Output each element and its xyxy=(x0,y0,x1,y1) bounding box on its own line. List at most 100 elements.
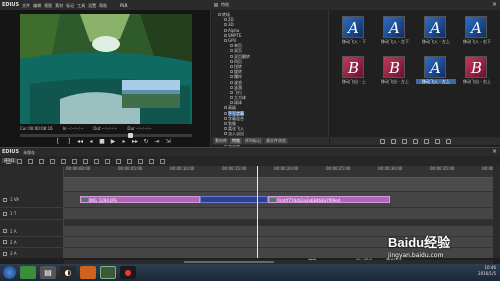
effect-item[interactable]: A 移动飞入 - 左下 xyxy=(375,16,415,44)
lane-1t[interactable] xyxy=(64,208,493,220)
render-icon[interactable] xyxy=(138,158,143,164)
expand-icon[interactable] xyxy=(230,64,233,68)
snap-icon[interactable] xyxy=(127,158,132,164)
track-lock-icon[interactable] xyxy=(3,251,7,256)
tab-bin[interactable]: 素材库 xyxy=(213,138,229,144)
clip-unt[interactable]: [Unt]f77dcb3a3a684b8a7f09ed xyxy=(268,196,390,203)
track-lock-icon[interactable] xyxy=(3,229,7,233)
effect-item[interactable]: A 移动飞入 - 下 xyxy=(334,16,374,44)
tab-effects[interactable]: 特效 xyxy=(230,138,242,144)
app-folder-icon[interactable]: ▤ xyxy=(40,266,56,279)
expand-icon[interactable] xyxy=(224,111,227,115)
menu-view[interactable]: 视图 xyxy=(44,3,52,8)
track-header[interactable]: 1 A xyxy=(0,226,64,237)
app-qq-icon[interactable]: ◐ xyxy=(60,266,76,279)
expand-icon[interactable] xyxy=(224,28,227,32)
expand-icon[interactable] xyxy=(224,33,227,37)
track-header[interactable]: 1 T xyxy=(0,208,64,220)
app-firefox-icon[interactable] xyxy=(80,266,96,279)
effect-item[interactable]: A 移动飞入 - 左上 xyxy=(416,56,456,84)
expand-icon[interactable] xyxy=(230,59,233,63)
set-in-icon[interactable]: [ xyxy=(55,139,61,145)
tab-source-browser[interactable]: 源文件浏览 xyxy=(264,138,288,144)
menu-marker[interactable]: 标记 xyxy=(66,3,74,8)
playhead[interactable] xyxy=(257,166,258,260)
expand-icon[interactable] xyxy=(218,13,221,17)
expand-icon[interactable] xyxy=(230,75,233,79)
sequence-tab[interactable]: 序列1 xyxy=(2,158,17,163)
list-view-icon[interactable] xyxy=(435,138,440,144)
track-lock-icon[interactable] xyxy=(3,240,7,244)
track-lock-icon[interactable] xyxy=(3,211,7,216)
ripple-icon[interactable] xyxy=(105,158,110,164)
expand-icon[interactable] xyxy=(230,44,233,48)
track-header[interactable]: 2 A xyxy=(0,237,64,248)
menu-file[interactable]: 文件 xyxy=(22,3,30,8)
effect-item[interactable]: B 移动飞出 - 上 xyxy=(334,56,374,84)
expand-icon[interactable] xyxy=(224,132,227,136)
app-edius-icon[interactable] xyxy=(100,266,116,279)
expand-icon[interactable] xyxy=(230,96,233,100)
menu-settings[interactable]: 设置 xyxy=(88,3,96,8)
rewind-icon[interactable]: ◂◂ xyxy=(77,139,83,145)
loop-icon[interactable]: ↻ xyxy=(143,139,149,145)
cut-icon[interactable] xyxy=(61,158,66,164)
search-icon[interactable] xyxy=(424,138,429,144)
timeline-close-icon[interactable]: × xyxy=(492,149,497,155)
expand-icon[interactable] xyxy=(230,80,233,84)
expand-icon[interactable] xyxy=(230,101,233,105)
save-icon[interactable] xyxy=(28,158,33,164)
expand-icon[interactable] xyxy=(224,127,227,131)
expand-icon[interactable] xyxy=(224,122,227,126)
scroll-thumb[interactable] xyxy=(184,261,274,263)
insert-icon[interactable]: ⇥ xyxy=(154,139,160,145)
paste-icon[interactable] xyxy=(83,158,88,164)
menu-clip[interactable]: 素材 xyxy=(55,3,63,8)
menu-edit[interactable]: 编辑 xyxy=(33,3,41,8)
expand-icon[interactable] xyxy=(230,85,233,89)
effect-item[interactable]: A 移动飞入 - 右下 xyxy=(457,16,497,44)
start-button-icon[interactable] xyxy=(3,266,16,279)
undo-icon[interactable] xyxy=(39,158,44,164)
expand-icon[interactable] xyxy=(224,106,227,110)
timeline-vertical-scrollbar[interactable] xyxy=(493,166,500,260)
view-icon[interactable] xyxy=(413,138,418,144)
new-folder-icon[interactable] xyxy=(380,138,385,144)
expand-icon[interactable] xyxy=(230,70,233,74)
expand-icon[interactable] xyxy=(224,23,227,27)
close-icon[interactable]: × xyxy=(492,2,498,8)
expand-icon[interactable] xyxy=(224,39,227,43)
redo-icon[interactable] xyxy=(50,158,55,164)
step-back-icon[interactable]: ◂ xyxy=(88,139,94,145)
razor-icon[interactable] xyxy=(116,158,121,164)
expand-icon[interactable] xyxy=(230,49,233,53)
expand-icon[interactable] xyxy=(224,116,227,120)
play-icon[interactable]: ▶ xyxy=(110,139,116,145)
expand-icon[interactable] xyxy=(230,90,233,94)
properties-icon[interactable] xyxy=(402,138,407,144)
thumbnail-view-icon[interactable] xyxy=(446,138,451,144)
open-icon[interactable] xyxy=(17,158,22,164)
expand-icon[interactable] xyxy=(224,18,227,22)
tab-sequence-marker[interactable]: 序列标记 xyxy=(243,138,263,144)
system-clock[interactable]: 10:46 2016/1/5 xyxy=(478,265,496,277)
effect-item[interactable]: A 移动飞入 - 左上 xyxy=(416,16,456,44)
track-header[interactable]: 1 VA xyxy=(0,192,64,208)
clip-img-1294[interactable]: IMG_1294.JPG xyxy=(80,196,200,203)
player-mode-label[interactable]: PLR xyxy=(120,3,127,8)
effect-item[interactable]: B 移动飞出 - 右上 xyxy=(457,56,497,84)
overwrite-icon[interactable]: ⇲ xyxy=(165,139,171,145)
time-ruler[interactable]: 00:00:00:00 00:00:05:00 00:00:10:00 00:00:1… xyxy=(64,166,493,178)
track-lock-icon[interactable] xyxy=(3,197,7,202)
menu-help[interactable]: 帮助 xyxy=(99,3,107,8)
menu-tools[interactable]: 工具 xyxy=(77,3,85,8)
effect-item[interactable]: B 移动飞出 - 左上 xyxy=(375,56,415,84)
expand-icon[interactable] xyxy=(230,54,233,58)
delete-icon[interactable] xyxy=(391,138,396,144)
set-out-icon[interactable]: ] xyxy=(66,139,72,145)
export-icon[interactable] xyxy=(149,158,154,164)
app-green-icon[interactable] xyxy=(20,266,36,279)
scrub-bar[interactable] xyxy=(20,134,192,137)
copy-icon[interactable] xyxy=(72,158,77,164)
step-forward-icon[interactable]: ▸ xyxy=(121,139,127,145)
